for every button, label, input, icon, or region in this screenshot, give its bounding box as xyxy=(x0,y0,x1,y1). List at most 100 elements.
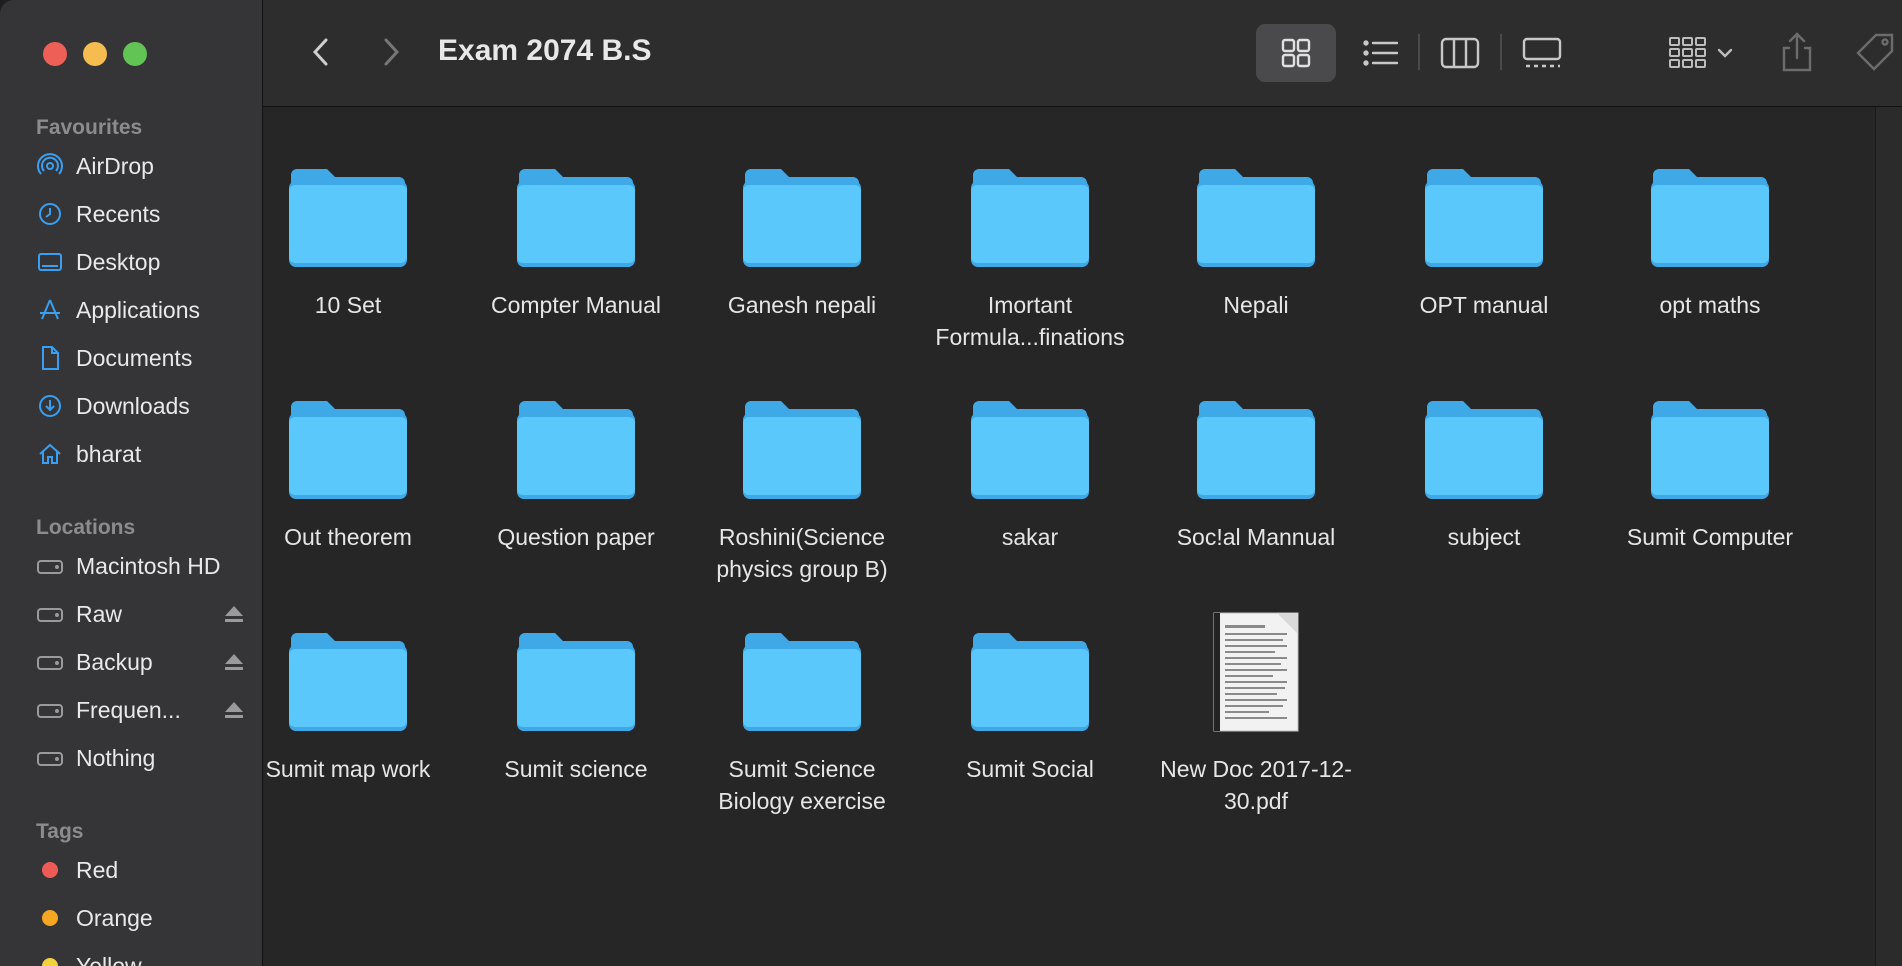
icon-view-button[interactable] xyxy=(1256,24,1336,82)
folder-item[interactable]: Nepali xyxy=(1146,167,1366,321)
toolbar-divider xyxy=(1500,34,1502,70)
tag-button[interactable] xyxy=(1849,28,1899,76)
sidebar-item-label: Red xyxy=(76,856,119,883)
folder-icon xyxy=(1197,401,1315,499)
tag-icon xyxy=(1856,33,1894,71)
forward-button[interactable] xyxy=(373,32,409,72)
sidebar-item-desktop[interactable]: Desktop xyxy=(36,242,246,282)
folder-item[interactable]: Sumit map work xyxy=(238,631,458,785)
folder-icon xyxy=(1651,169,1769,267)
folder-item[interactable]: Sumit science xyxy=(466,631,686,785)
sidebar-item-raw[interactable]: Raw xyxy=(36,594,246,634)
folder-item[interactable]: OPT manual xyxy=(1374,167,1594,321)
back-button[interactable] xyxy=(303,32,339,72)
chevron-left-icon xyxy=(312,38,328,66)
drive-icon xyxy=(36,648,64,676)
drive-icon xyxy=(36,600,64,628)
folder-item[interactable]: Imortant Formula...finations xyxy=(920,167,1140,353)
clock-icon xyxy=(36,200,64,228)
gallery-icon xyxy=(1522,37,1562,68)
item-label: Sumit Computer xyxy=(1626,524,1794,550)
folder-item[interactable]: Sumit Computer xyxy=(1600,399,1820,553)
folder-item[interactable]: Out theorem xyxy=(238,399,458,553)
sidebar-item-label: Recents xyxy=(76,200,161,227)
sidebar-item-label: Orange xyxy=(76,904,153,931)
item-label: Sumit science xyxy=(504,756,648,782)
sidebar-item-downloads[interactable]: Downloads xyxy=(36,386,246,426)
sidebar-item-label: Raw xyxy=(76,600,123,627)
item-label: Question paper xyxy=(497,524,655,550)
sidebar-item-label: Documents xyxy=(76,344,193,371)
item-label: Out theorem xyxy=(284,524,412,550)
folder-item[interactable]: Roshini(Science physics group B) xyxy=(692,399,912,585)
sidebar-item-label: Yellow xyxy=(76,952,142,966)
sidebar-item-label: Frequen... xyxy=(76,696,181,723)
folder-item[interactable]: Question paper xyxy=(466,399,686,553)
folder-icon xyxy=(971,633,1089,731)
folder-icon xyxy=(1425,169,1543,267)
folder-item[interactable]: Ganesh nepali xyxy=(692,167,912,321)
folder-item[interactable]: opt maths xyxy=(1600,167,1820,321)
item-label: Sumit Science Biology exercise xyxy=(718,756,886,814)
item-label: New Doc 2017-12-30.pdf xyxy=(1160,756,1352,814)
minimize-button[interactable] xyxy=(83,42,107,66)
sidebar-item-macintosh-hd[interactable]: Macintosh HD xyxy=(36,546,246,586)
folder-item[interactable]: Sumit Social xyxy=(920,631,1140,785)
folder-item[interactable]: Sumit Science Biology exercise xyxy=(692,631,912,817)
column-view-button[interactable] xyxy=(1435,30,1485,76)
item-label: sakar xyxy=(1001,524,1059,550)
folder-item[interactable]: subject xyxy=(1374,399,1594,553)
toolbar-divider xyxy=(1418,34,1420,70)
sidebar-item-recents[interactable]: Recents xyxy=(36,194,246,234)
file-item[interactable]: New Doc 2017-12-30.pdf xyxy=(1146,612,1366,817)
item-label: opt maths xyxy=(1659,292,1761,318)
scrollbar[interactable] xyxy=(1875,107,1902,966)
sidebar-item-label: Downloads xyxy=(76,392,190,419)
item-label: Roshini(Science physics group B) xyxy=(716,524,888,582)
folder-icon xyxy=(1197,169,1315,267)
sidebar-tag-red[interactable]: Red xyxy=(36,850,246,890)
item-label: 10 Set xyxy=(314,292,382,318)
folder-icon xyxy=(1651,401,1769,499)
eject-icon[interactable] xyxy=(222,602,246,626)
drive-icon xyxy=(36,744,64,772)
sidebar-tag-yellow[interactable]: Yellow xyxy=(36,946,246,966)
folder-item[interactable]: Compter Manual xyxy=(466,167,686,321)
list-view-button[interactable] xyxy=(1356,30,1406,76)
gallery-view-button[interactable] xyxy=(1517,30,1567,76)
folder-icon xyxy=(517,401,635,499)
list-icon xyxy=(1363,40,1399,66)
item-label: Compter Manual xyxy=(490,292,662,318)
favourites-section-title: Favourites xyxy=(36,116,143,139)
folder-icon xyxy=(743,633,861,731)
sidebar-item-documents[interactable]: Documents xyxy=(36,338,246,378)
item-label: OPT manual xyxy=(1419,292,1549,318)
folder-icon xyxy=(289,169,407,267)
folder-item[interactable]: 10 Set xyxy=(238,167,458,321)
close-button[interactable] xyxy=(43,42,67,66)
folder-icon xyxy=(971,401,1089,499)
folder-icon xyxy=(971,169,1089,267)
sidebar-item-airdrop[interactable]: AirDrop xyxy=(36,146,246,186)
sidebar: Favourites AirDrop Recents Desktop Appli… xyxy=(0,0,263,966)
home-icon xyxy=(36,440,64,468)
drive-icon xyxy=(36,552,64,580)
toolbar: Exam 2074 B.S xyxy=(263,0,1902,107)
sidebar-item-nothing[interactable]: Nothing xyxy=(36,738,246,778)
sidebar-item-frequent[interactable]: Frequen... xyxy=(36,690,246,730)
sidebar-item-applications[interactable]: Applications xyxy=(36,290,246,330)
group-by-button[interactable] xyxy=(1661,30,1741,76)
tag-dot-icon xyxy=(42,862,58,878)
sidebar-tag-orange[interactable]: Orange xyxy=(36,898,246,938)
folder-item[interactable]: sakar xyxy=(920,399,1140,553)
sidebar-item-label: Macintosh HD xyxy=(76,552,221,579)
sidebar-item-bharat[interactable]: bharat xyxy=(36,434,246,474)
finder-window: Favourites AirDrop Recents Desktop Appli… xyxy=(0,0,1902,966)
locations-section-title: Locations xyxy=(36,516,136,539)
sidebar-item-backup[interactable]: Backup xyxy=(36,642,246,682)
maximize-button[interactable] xyxy=(123,42,147,66)
folder-item[interactable]: Soc!al Mannual xyxy=(1146,399,1366,553)
sidebar-item-label: bharat xyxy=(76,440,142,467)
desktop-icon xyxy=(36,248,64,276)
share-button[interactable] xyxy=(1773,28,1821,76)
